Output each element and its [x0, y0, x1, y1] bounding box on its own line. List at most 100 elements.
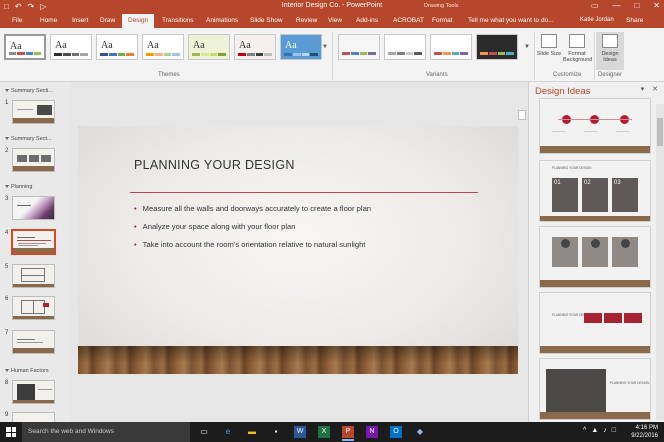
tab-add-ins[interactable]: Add-ins	[356, 17, 378, 24]
tab-insert[interactable]: Insert	[72, 17, 88, 24]
slide-thumbnail[interactable]	[12, 148, 55, 172]
excel-icon[interactable]: X	[318, 426, 330, 438]
windows-start-icon[interactable]	[6, 427, 16, 437]
slide-thumbnail[interactable]	[12, 380, 55, 404]
tab-format[interactable]: Format	[432, 17, 453, 24]
themes-more-icon[interactable]: ▼	[322, 44, 328, 50]
title-bar: □ ↶ ↷ ▷ Interior Design Co. - PowerPoint…	[0, 0, 664, 14]
theme-option[interactable]: Aa	[142, 34, 184, 60]
design-idea-option[interactable]: PLANNING YOUR DESIGN	[539, 292, 651, 354]
slide-size-button[interactable]: Slide Size	[535, 32, 563, 57]
close-icon[interactable]: ✕	[652, 85, 658, 93]
theme-option[interactable]: Aa	[50, 34, 92, 60]
slide-number: 4	[5, 230, 9, 236]
word-icon[interactable]: W	[294, 426, 306, 438]
slide-thumbnail[interactable]	[12, 264, 55, 288]
tab-slide-show[interactable]: Slide Show	[250, 17, 283, 24]
task-view-icon[interactable]: ▭	[198, 426, 210, 438]
tab-view[interactable]: View	[328, 17, 342, 24]
powerpoint-icon[interactable]: P	[342, 426, 354, 441]
edge-icon[interactable]: e	[222, 426, 234, 438]
theme-option[interactable]: Aa	[96, 34, 138, 60]
document-title: Interior Design Co. - PowerPoint	[281, 2, 383, 9]
tab-review[interactable]: Review	[296, 17, 317, 24]
themes-group-label: Themes	[158, 72, 180, 78]
clock-date: 9/22/2016	[631, 433, 658, 439]
section-header[interactable]: Summary Sect...	[5, 136, 52, 142]
minimize-icon[interactable]: —	[612, 1, 620, 10]
tab-draw[interactable]: Draw	[100, 17, 115, 24]
slide-title[interactable]: PLANNING YOUR DESIGN	[134, 158, 295, 172]
file-explorer-icon[interactable]: ▬	[246, 426, 258, 438]
designer-group-label: Designer	[598, 72, 623, 78]
theme-option[interactable]: Aa	[234, 34, 276, 60]
sticky-icon[interactable]: ◆	[414, 426, 426, 438]
group-divider	[332, 32, 333, 80]
close-icon[interactable]: ✕	[653, 1, 660, 10]
tell-me-search[interactable]: Tell me what you want to do...	[468, 17, 554, 24]
variant-option[interactable]	[338, 34, 380, 60]
section-header[interactable]: Human Factors	[5, 368, 49, 374]
variant-option[interactable]	[476, 34, 518, 60]
volume-icon[interactable]: ♪	[603, 427, 607, 434]
bullet-list[interactable]: • Measure all the walls and doorways accu…	[134, 204, 371, 258]
tab-home[interactable]: Home	[40, 17, 57, 24]
design-ideas-button[interactable]: Design Ideas	[596, 32, 624, 70]
tab-design[interactable]: Design	[122, 14, 155, 28]
variant-option[interactable]	[384, 34, 426, 60]
pane-options-icon[interactable]: ▾	[641, 85, 645, 93]
design-idea-option[interactable]: PLANNING YOUR DESIGN 01 02 03	[539, 160, 651, 222]
design-idea-option[interactable]	[539, 226, 651, 288]
ribbon-tabs: File Home Insert Draw Design Transitions Anima…	[0, 14, 664, 28]
variants-more-icon[interactable]: ▼	[524, 44, 530, 50]
slide-thumbnail[interactable]	[12, 412, 55, 422]
powerpoint-window: □ ↶ ↷ ▷ Interior Design Co. - PowerPoint…	[0, 0, 664, 442]
theme-option[interactable]: Aa	[188, 34, 230, 60]
tab-animations[interactable]: Animations	[206, 17, 238, 24]
customize-group-label: Customize	[553, 72, 582, 78]
theme-glyph: Aa	[193, 40, 205, 51]
format-background-button[interactable]: Format Background	[563, 32, 592, 63]
tab-file[interactable]: File	[12, 17, 22, 24]
bullet-item[interactable]: • Analyze your space along with your floo…	[134, 222, 371, 240]
design-idea-option[interactable]: PLANNING YOUR DESIGN	[539, 358, 651, 420]
slide-thumbnail[interactable]	[12, 100, 55, 124]
theme-option[interactable]: Aa	[4, 34, 46, 60]
section-header[interactable]: Summary Secti...	[5, 88, 53, 94]
ribbon-options-icon[interactable]: ▭	[591, 1, 599, 10]
slide-number: 9	[5, 412, 9, 418]
store-icon[interactable]: ▪	[270, 426, 282, 438]
share-button[interactable]: Share	[626, 17, 643, 24]
design-ideas-icon	[602, 34, 618, 48]
bullet-icon: •	[134, 222, 137, 231]
slide-thumbnail[interactable]	[12, 296, 55, 320]
user-name[interactable]: Katie Jordan	[580, 17, 614, 23]
slide-thumbnail[interactable]	[12, 330, 55, 354]
onenote-icon[interactable]: N	[366, 426, 378, 438]
design-idea-option[interactable]: ———— ———— ————	[539, 98, 651, 154]
scrollbar-thumb[interactable]	[518, 110, 526, 120]
current-slide[interactable]: PLANNING YOUR DESIGN • Measure all the wa…	[78, 126, 518, 374]
bullet-item[interactable]: • Take into account the room’s orientatio…	[134, 240, 371, 258]
slide-number: 1	[5, 100, 9, 106]
variant-option[interactable]	[430, 34, 472, 60]
theme-option[interactable]: Aa	[280, 34, 322, 60]
tab-acrobat[interactable]: ACROBAT	[393, 17, 424, 24]
notifications-icon[interactable]: □	[612, 427, 616, 434]
section-header[interactable]: Planning	[5, 184, 32, 190]
maximize-icon[interactable]: □	[634, 1, 639, 10]
taskbar-clock[interactable]: 4:16 PM 9/22/2016	[631, 424, 658, 440]
tab-transitions[interactable]: Transitions	[162, 17, 194, 24]
outlook-icon[interactable]: O	[390, 426, 402, 438]
design-ideas-scrollbar[interactable]	[656, 104, 664, 420]
network-icon[interactable]: ▲	[591, 427, 598, 434]
bullet-item[interactable]: • Measure all the walls and doorways accu…	[134, 204, 371, 222]
scrollbar-thumb[interactable]	[657, 118, 663, 146]
slide-thumbnail-selected[interactable]	[11, 229, 56, 255]
bullet-icon: •	[134, 204, 137, 213]
format-background-icon	[569, 34, 585, 48]
slide-thumbnail[interactable]	[12, 196, 55, 220]
slide-number: 6	[5, 296, 9, 302]
taskbar-search-box[interactable]: Search the web and Windows	[22, 422, 190, 442]
chevron-up-icon[interactable]: ^	[583, 427, 586, 434]
